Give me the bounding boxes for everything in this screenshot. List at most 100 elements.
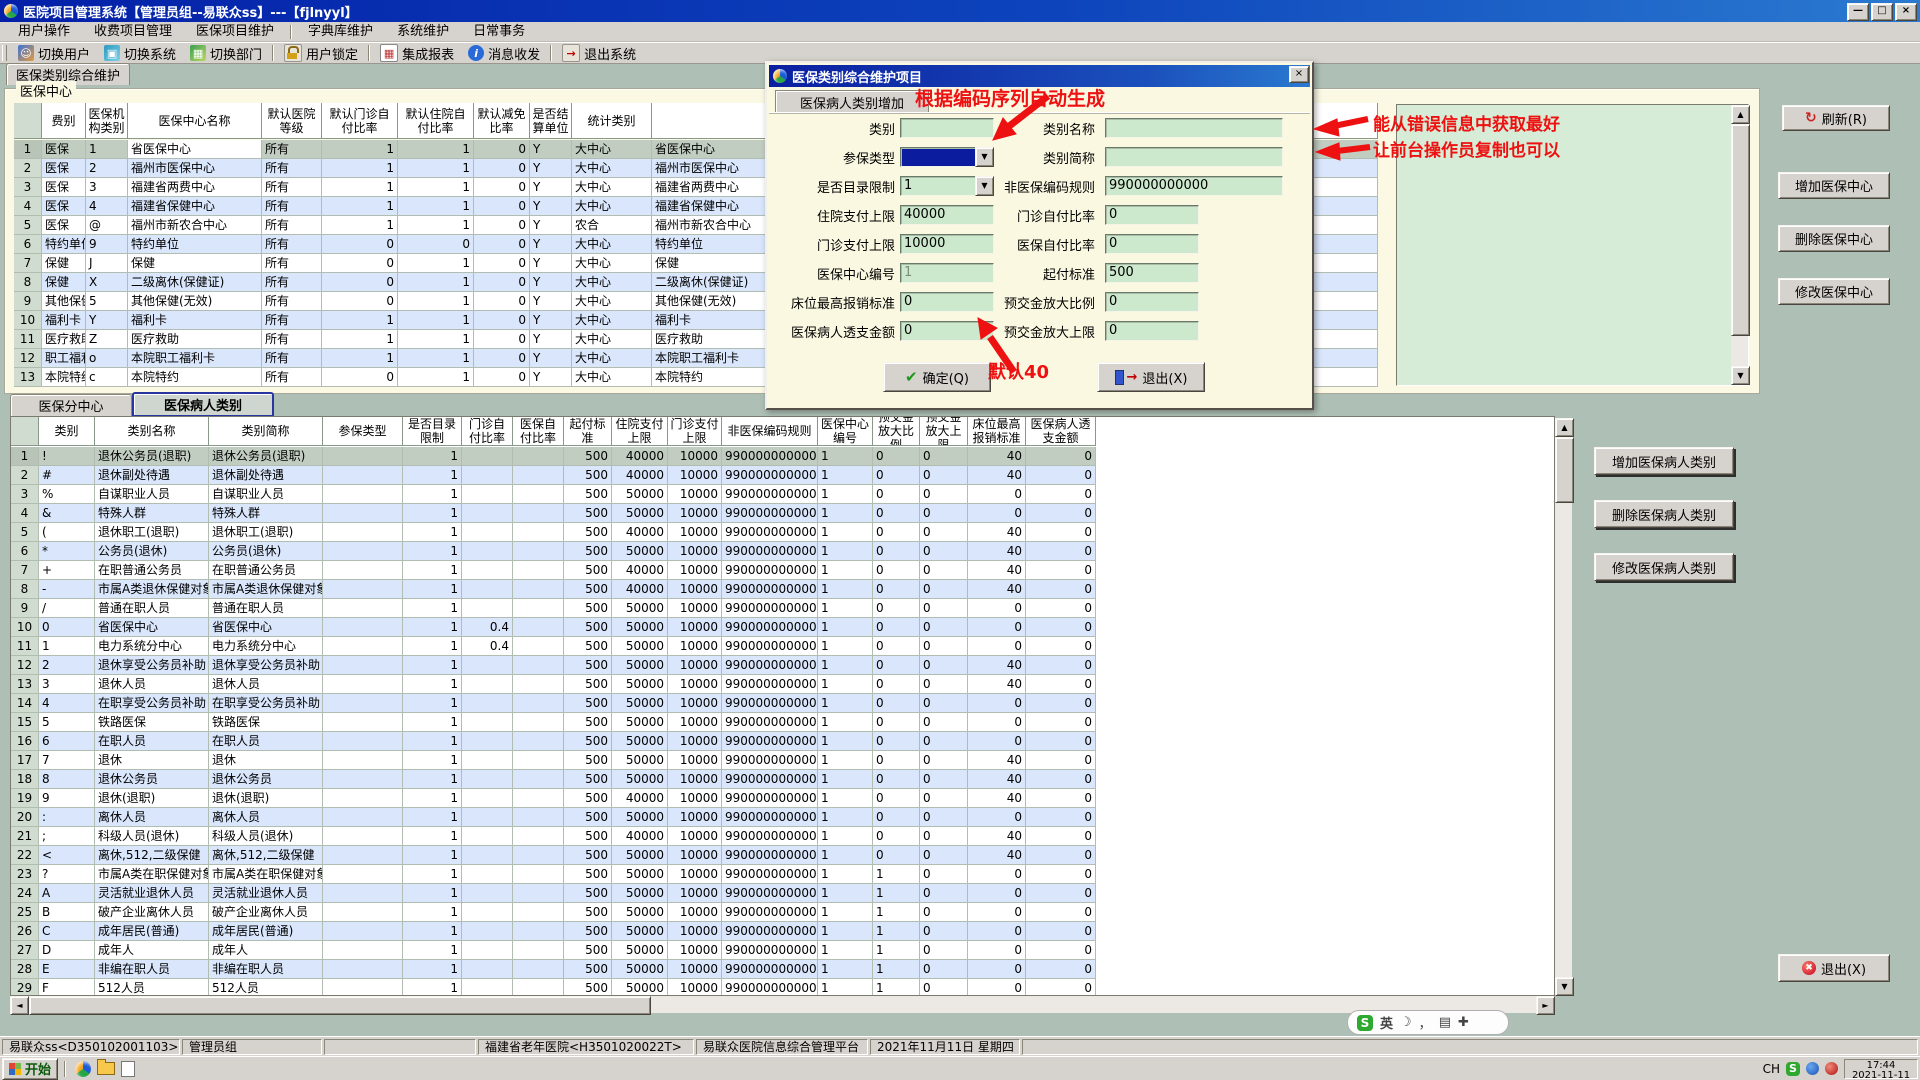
- table-cell[interactable]: 0: [873, 751, 920, 770]
- field-input[interactable]: 1: [900, 263, 994, 283]
- column-header[interactable]: [14, 103, 42, 139]
- table-cell[interactable]: 0: [968, 941, 1026, 960]
- table-cell[interactable]: 农合: [572, 216, 652, 235]
- table-cell[interactable]: 9: [14, 292, 42, 311]
- table-cell[interactable]: E: [39, 960, 95, 979]
- table-cell[interactable]: 二级离休(保健证): [128, 273, 262, 292]
- table-cell[interactable]: Y: [530, 235, 572, 254]
- table-cell[interactable]: J: [86, 254, 128, 273]
- table-cell[interactable]: 40: [968, 770, 1026, 789]
- table-cell[interactable]: [323, 599, 403, 618]
- table-cell[interactable]: 990000000000: [722, 618, 818, 637]
- table-cell[interactable]: [323, 865, 403, 884]
- table-cell[interactable]: 1: [398, 273, 474, 292]
- scrollbar-thumb[interactable]: [1555, 437, 1574, 503]
- table-cell[interactable]: 1: [403, 656, 462, 675]
- table-cell[interactable]: 0: [920, 922, 968, 941]
- table-cell[interactable]: 0: [1026, 941, 1096, 960]
- table-cell[interactable]: [513, 447, 564, 466]
- field-input[interactable]: 40000: [900, 205, 994, 225]
- table-cell[interactable]: [462, 827, 513, 846]
- table-cell[interactable]: 500: [564, 903, 612, 922]
- moon-icon[interactable]: ☽: [1400, 1015, 1412, 1030]
- table-cell[interactable]: :: [39, 808, 95, 827]
- table-cell[interactable]: [323, 504, 403, 523]
- table-cell[interactable]: 0: [873, 466, 920, 485]
- column-header[interactable]: 默认医院等级: [262, 103, 322, 139]
- table-row[interactable]: 25B破产企业离休人员破产企业离休人员150050000100009900000…: [11, 903, 1096, 922]
- table-cell[interactable]: [513, 656, 564, 675]
- table-cell[interactable]: 9: [39, 789, 95, 808]
- table-cell[interactable]: [462, 732, 513, 751]
- field-input[interactable]: 10000: [900, 234, 994, 254]
- table-cell[interactable]: 0: [920, 599, 968, 618]
- table-cell[interactable]: 1: [398, 311, 474, 330]
- table-cell[interactable]: 成年居民(普通): [95, 922, 209, 941]
- table-cell[interactable]: [513, 846, 564, 865]
- scroll-right-icon[interactable]: ►: [1536, 996, 1555, 1015]
- table-cell[interactable]: 50000: [612, 485, 668, 504]
- table-cell[interactable]: [462, 770, 513, 789]
- table-row[interactable]: 100省医保中心省医保中心10.450050000100009900000000…: [11, 618, 1096, 637]
- exit-system-button[interactable]: → 退出系统: [555, 43, 643, 63]
- toolbar-grip[interactable]: [2, 45, 7, 61]
- table-cell[interactable]: 10000: [668, 751, 722, 770]
- table-cell[interactable]: 1: [818, 884, 873, 903]
- table-cell[interactable]: 0: [873, 846, 920, 865]
- table-cell[interactable]: 1: [11, 447, 39, 466]
- table-cell[interactable]: 1: [322, 330, 398, 349]
- table-cell[interactable]: 0: [920, 504, 968, 523]
- table-cell[interactable]: 5: [11, 523, 39, 542]
- table-cell[interactable]: 1: [403, 751, 462, 770]
- table-cell[interactable]: 1: [818, 542, 873, 561]
- table-cell[interactable]: 非编在职人员: [209, 960, 323, 979]
- table-cell[interactable]: [323, 447, 403, 466]
- table-cell[interactable]: 990000000000: [722, 922, 818, 941]
- table-cell[interactable]: 990000000000: [722, 770, 818, 789]
- table-cell[interactable]: 0: [474, 330, 530, 349]
- table-cell[interactable]: 20: [11, 808, 39, 827]
- table-cell[interactable]: 0: [968, 732, 1026, 751]
- table-cell[interactable]: 500: [564, 656, 612, 675]
- table-cell[interactable]: 512人员: [209, 979, 323, 995]
- table-cell[interactable]: 500: [564, 922, 612, 941]
- table-cell[interactable]: 4: [86, 197, 128, 216]
- table-cell[interactable]: @: [86, 216, 128, 235]
- table-cell[interactable]: 退休职工(退职): [95, 523, 209, 542]
- table-cell[interactable]: 0: [873, 523, 920, 542]
- start-button[interactable]: 开始: [2, 1058, 58, 1080]
- table-cell[interactable]: 500: [564, 808, 612, 827]
- table-cell[interactable]: 2: [39, 656, 95, 675]
- table-cell[interactable]: 1: [322, 159, 398, 178]
- table-cell[interactable]: 0: [1026, 979, 1096, 995]
- table-cell[interactable]: 所有: [262, 311, 322, 330]
- tab-insurance-patient-category[interactable]: 医保病人类别: [132, 392, 274, 417]
- table-cell[interactable]: 1: [403, 675, 462, 694]
- table-cell[interactable]: 离休,512,二级保健: [209, 846, 323, 865]
- column-header[interactable]: 门诊自付比率: [462, 417, 513, 446]
- table-cell[interactable]: 1: [403, 770, 462, 789]
- table-cell[interactable]: [513, 789, 564, 808]
- table-row[interactable]: 111电力系统分中心电力系统分中心10.45005000010000990000…: [11, 637, 1096, 656]
- table-cell[interactable]: 50000: [612, 504, 668, 523]
- table-cell[interactable]: 退休人员: [209, 675, 323, 694]
- table-cell[interactable]: [323, 884, 403, 903]
- table-cell[interactable]: 40000: [612, 789, 668, 808]
- table-cell[interactable]: 4: [39, 694, 95, 713]
- table-cell[interactable]: 1: [403, 637, 462, 656]
- table-cell[interactable]: 退休享受公务员补助: [95, 656, 209, 675]
- table-cell[interactable]: 0: [968, 713, 1026, 732]
- table-cell[interactable]: ?: [39, 865, 95, 884]
- table-cell[interactable]: 省医保中心: [95, 618, 209, 637]
- table-cell[interactable]: 1: [403, 922, 462, 941]
- table-cell[interactable]: 50000: [612, 846, 668, 865]
- table-cell[interactable]: 退休副处待遇: [209, 466, 323, 485]
- table-cell[interactable]: 10: [11, 618, 39, 637]
- table-cell[interactable]: [513, 770, 564, 789]
- table-cell[interactable]: 1: [398, 368, 474, 387]
- table-cell[interactable]: 退休公务员: [95, 770, 209, 789]
- table-cell[interactable]: 40: [968, 580, 1026, 599]
- table-cell[interactable]: 医保: [42, 159, 86, 178]
- modify-center-button[interactable]: 修改医保中心: [1778, 278, 1890, 305]
- table-cell[interactable]: 退休副处待遇: [95, 466, 209, 485]
